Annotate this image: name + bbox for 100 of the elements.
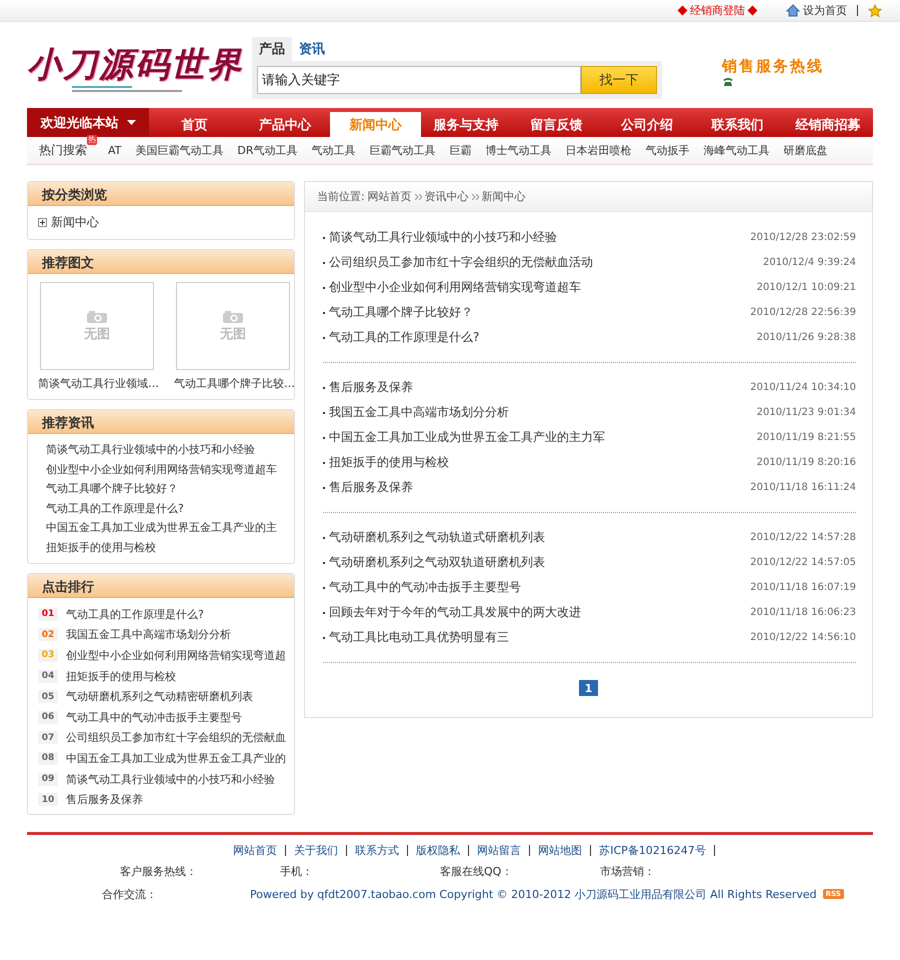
search-tab[interactable]: 产品 [252,37,292,61]
article-link[interactable]: 创业型中小企业如何利用网络营销实现弯道超车 [329,279,581,296]
hot-search-link[interactable]: 海峰气动工具 [696,143,777,158]
nav-tab[interactable]: 留言反馈 [511,112,602,137]
rank-number: 03 [38,648,58,662]
rank-number: 07 [38,731,58,744]
ranking-link[interactable]: 简谈气动工具行业领域中的小技巧和小经验 [66,772,275,787]
breadcrumb-link[interactable]: 资讯中心 [424,189,469,204]
article-date: 2010/12/28 23:02:59 [750,232,856,243]
page-button[interactable]: 1 [579,680,598,696]
search-button[interactable]: 找一下 [581,66,657,94]
nav-tab[interactable]: 产品中心 [240,112,330,137]
hot-badge: 热 [87,135,97,145]
article-date: 2010/11/19 8:21:55 [756,432,856,443]
welcome-menu[interactable]: 欢迎光临本站 [27,108,149,137]
article-date: 2010/11/26 9:28:38 [756,332,856,343]
ranking-link[interactable]: 扭矩扳手的使用与检校 [66,668,176,684]
contact-label: 客服在线QQ： [440,864,514,879]
hot-search-link[interactable]: DR气动工具 [230,143,305,158]
ranking-link[interactable]: 气动工具的工作原理是什么? [66,606,204,622]
dealer-login-link[interactable]: 经销商登陆 [679,3,756,18]
footer-link[interactable]: 关于我们 [286,844,348,856]
article-date: 2010/11/23 9:01:34 [756,407,856,418]
hot-search-link[interactable]: 巨霸气动工具 [362,143,443,158]
panel-title: 按分类浏览 [28,182,294,206]
hot-search-link[interactable]: AT [101,144,128,157]
article-link[interactable]: 简谈气动工具行业领域中的小技巧和小经验 [329,229,557,246]
ranking-link[interactable]: 售后服务及保养 [66,792,143,808]
news-link[interactable]: 创业型中小企业如何利用网络营销实现弯道超车 [46,460,294,479]
star-icon[interactable] [868,4,882,18]
news-link[interactable]: 气动工具哪个牌子比较好？ [46,479,294,498]
footer-link[interactable]: 苏ICP备10216247号 [591,844,715,856]
article-date: 2010/11/24 10:34:10 [750,382,856,393]
contact-label: 市场营销： [600,864,656,879]
hot-search-link[interactable]: 气动工具 [304,143,363,158]
news-link[interactable]: 扭矩扳手的使用与检校 [46,538,294,557]
rank-number: 04 [38,670,58,683]
footer-link[interactable]: 网站地图 [530,844,592,856]
article-link[interactable]: 气动工具哪个牌子比较好？ [329,304,473,321]
ranking-link[interactable]: 我国五金工具中高端市场划分分析 [66,627,231,642]
article-link[interactable]: 气动工具中的气动冲击扳手主要型号 [329,579,521,596]
hot-search-link[interactable]: 日本岩田喷枪 [558,143,639,158]
article-link[interactable]: 回顾去年对于今年的气动工具发展中的两大改进 [329,604,581,621]
news-link[interactable]: 气动工具的工作原理是什么? [46,498,294,518]
search-field[interactable]: 请输入关键字 [257,66,581,94]
set-homepage-link[interactable]: 设为首页 [803,3,847,18]
footer-link[interactable]: 联系方式 [347,844,408,856]
article-link[interactable]: 公司组织员工参加市红十字会组织的无偿献血活动 [329,254,593,271]
article-link[interactable]: 气动研磨机系列之气动轨道式研磨机列表 [329,529,545,546]
article-link[interactable]: 扭矩扳手的使用与检校 [329,454,449,471]
article-link[interactable]: 气动工具的工作原理是什么? [329,329,480,346]
news-link[interactable]: 中国五金工具加工业成为世界五金工具产业的主 [46,518,294,538]
hot-search-link[interactable]: 美国巨霸气动工具 [128,143,230,158]
article-link[interactable]: 我国五金工具中高端市场划分分析 [329,404,509,421]
article-date: 2010/12/22 14:57:05 [750,557,856,568]
expand-icon[interactable] [38,218,47,227]
ranking-link[interactable]: 气动研磨机系列之气动精密研磨机列表 [66,689,253,704]
article-date: 2010/12/1 10:09:21 [756,282,856,293]
rank-number: 08 [38,752,58,765]
article-link[interactable]: 气动研磨机系列之气动双轨道研磨机列表 [329,554,545,571]
chevron-icon [472,194,479,200]
hot-search-link[interactable]: 巨霸 [442,143,479,158]
search-tab[interactable]: 资讯 [292,37,332,61]
article-date: 2010/12/4 9:39:24 [762,257,856,268]
nav-tab[interactable]: 联系我们 [692,112,782,137]
copyright-text: Powered by qfdt2007.taobao.com Copyright © 2010-2012 小刀源码工业用品有限公司 All Rights Reserved [250,886,817,902]
site-logo[interactable]: 小刀源码世界 [27,38,252,102]
hotline-label: 销售服务热线 [722,56,824,76]
nav-tab[interactable]: 经销商招募 [782,112,873,137]
ranking-link[interactable]: 创业型中小企业如何利用网络营销实现弯道超 [66,648,286,663]
ranking-link[interactable]: 中国五金工具加工业成为世界五金工具产业的 [66,750,286,766]
hot-search-label: 热门搜索 [39,143,87,157]
chevron-icon [414,194,422,200]
rank-number: 05 [38,690,58,704]
article-link[interactable]: 售后服务及保养 [329,479,413,496]
category-link[interactable]: 新闻中心 [51,214,99,231]
ranking-link[interactable]: 公司组织员工参加市红十字会组织的无偿献血 [66,730,286,746]
breadcrumb-link[interactable]: 网站首页 [368,189,412,204]
news-link[interactable]: 简谈气动工具行业领域中的小技巧和小经验 [46,440,294,460]
nav-tab[interactable]: 服务与支持 [420,112,511,137]
article-date: 2010/11/18 16:07:19 [750,582,856,593]
ranking-link[interactable]: 气动工具中的气动冲击扳手主要型号 [66,710,242,725]
footer-link[interactable]: 网站首页 [225,844,286,856]
article-link[interactable]: 气动工具比电动工具优势明显有三 [329,629,509,646]
house-icon[interactable] [786,4,800,17]
nav-tab[interactable]: 公司介绍 [602,112,692,137]
footer-link[interactable]: 网站留言 [469,844,530,856]
breadcrumb-label: 当前位置: [317,189,365,204]
rank-number: 09 [38,772,58,786]
caret-icon [126,120,136,125]
breadcrumb-link[interactable]: 新闻中心 [482,189,526,204]
hot-search-link[interactable]: 博士气动工具 [478,143,559,158]
article-link[interactable]: 中国五金工具加工业成为世界五金工具产业的主力军 [329,429,605,446]
article-date: 2010/12/22 14:57:28 [750,532,856,543]
hot-search-link[interactable]: 气动扳手 [638,143,697,158]
contact-label: 手机： [280,864,314,879]
hot-search-link[interactable]: 研磨底盘 [776,143,835,158]
footer-link[interactable]: 版权隐私 [408,844,470,856]
nav-tab[interactable]: 首页 [149,112,240,137]
article-link[interactable]: 售后服务及保养 [329,379,413,396]
